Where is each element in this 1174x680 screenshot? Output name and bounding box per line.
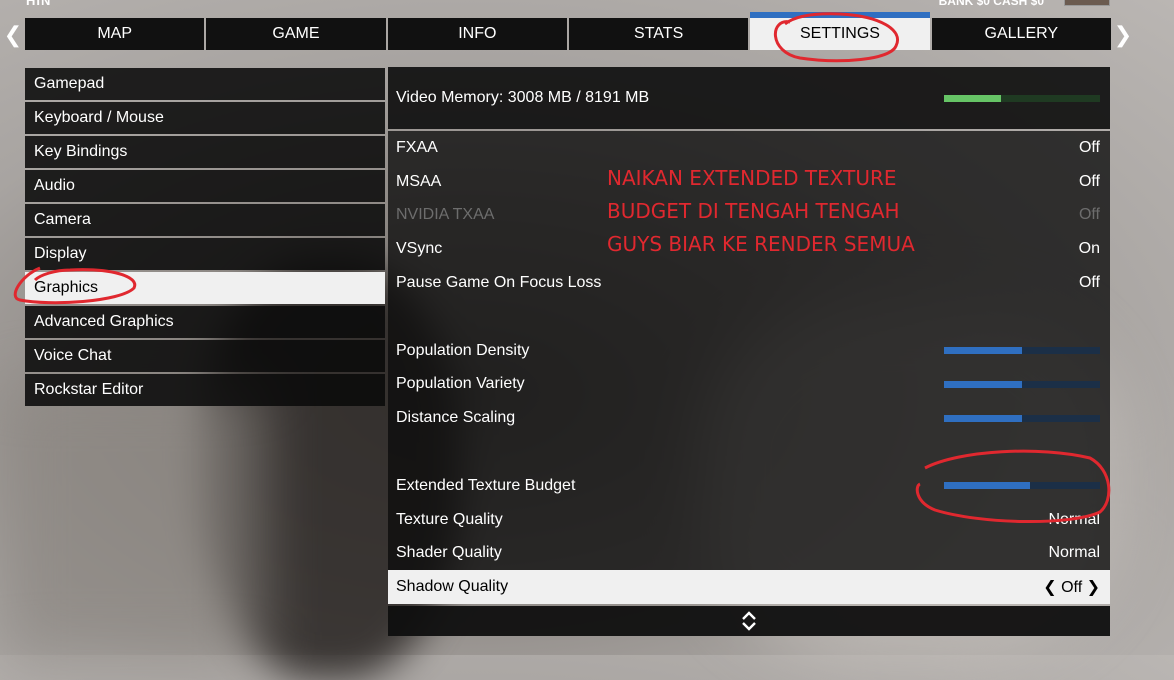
chevron-left-icon[interactable]: ❮ xyxy=(1043,579,1056,596)
video-memory-label: Video Memory: 3008 MB / 8191 MB xyxy=(396,89,650,106)
menu-item-rockstar-editor[interactable]: Rockstar Editor xyxy=(25,374,385,406)
distance-scaling-slider[interactable] xyxy=(944,414,1100,422)
option-value: Off xyxy=(1078,172,1100,190)
tab-map[interactable]: MAP xyxy=(25,18,205,50)
annotation-line: NAIKAN EXTENDED TEXTURE xyxy=(607,166,897,190)
background-blur-left xyxy=(0,380,260,660)
chevron-right-icon[interactable]: ❯ xyxy=(1112,22,1134,48)
slider-fill xyxy=(944,482,1030,490)
option-value-selector[interactable]: ❮ Off ❯ xyxy=(1043,577,1100,597)
option-shader-quality[interactable]: Shader Quality Normal xyxy=(388,537,1110,571)
menu-item-audio[interactable]: Audio xyxy=(25,170,385,202)
population-density-slider[interactable] xyxy=(944,347,1100,355)
option-value: Off xyxy=(1078,138,1100,156)
video-memory-bar xyxy=(944,94,1100,102)
option-value: Off xyxy=(1061,579,1083,597)
option-label: Shader Quality xyxy=(396,544,502,562)
option-label: Population Variety xyxy=(396,375,525,393)
graphics-panel: Video Memory: 3008 MB / 8191 MB FXAA Off… xyxy=(388,67,1110,637)
slider-fill xyxy=(944,380,1022,388)
option-texture-quality[interactable]: Texture Quality Normal xyxy=(388,503,1110,537)
menu-item-graphics[interactable]: Graphics xyxy=(25,272,385,304)
menu-item-voice-chat[interactable]: Voice Chat xyxy=(25,340,385,372)
option-spacer xyxy=(388,300,1110,334)
option-label: Extended Texture Budget xyxy=(396,476,576,494)
header-title: HIN xyxy=(26,0,52,8)
option-pause-focus-loss[interactable]: Pause Game On Focus Loss Off xyxy=(388,266,1110,300)
option-label: Shadow Quality xyxy=(396,578,509,596)
option-label: Pause Game On Focus Loss xyxy=(396,274,602,292)
annotation-line: BUDGET DI TENGAH TENGAH xyxy=(607,199,900,223)
option-population-variety[interactable]: Population Variety xyxy=(388,368,1110,402)
option-value: Off xyxy=(1078,206,1100,224)
chevron-right-icon[interactable]: ❯ xyxy=(1087,579,1100,596)
option-distance-scaling[interactable]: Distance Scaling xyxy=(388,401,1110,435)
option-label: Population Density xyxy=(396,341,530,359)
option-value: Normal xyxy=(1048,510,1100,528)
tab-stats[interactable]: STATS xyxy=(568,18,749,50)
option-population-density[interactable]: Population Density xyxy=(388,334,1110,368)
menu-item-gamepad[interactable]: Gamepad xyxy=(25,68,385,100)
video-memory-row: Video Memory: 3008 MB / 8191 MB xyxy=(388,67,1110,129)
tab-info[interactable]: INFO xyxy=(387,18,567,50)
menu-item-display[interactable]: Display xyxy=(25,238,385,270)
avatar xyxy=(1064,0,1110,6)
menu-item-key-bindings[interactable]: Key Bindings xyxy=(25,136,385,168)
chevron-left-icon[interactable]: ❮ xyxy=(2,22,24,48)
population-variety-slider[interactable] xyxy=(944,380,1100,388)
option-shadow-quality[interactable]: Shadow Quality ❮ Off ❯ xyxy=(388,570,1110,605)
option-fxaa[interactable]: FXAA Off xyxy=(388,131,1110,165)
option-label: Distance Scaling xyxy=(396,409,516,427)
option-label: FXAA xyxy=(396,138,438,156)
menu-item-advanced-graphics[interactable]: Advanced Graphics xyxy=(25,306,385,338)
option-value: Off xyxy=(1078,274,1100,292)
slider-fill xyxy=(944,347,1022,355)
annotation-line: GUYS BIAR KE RENDER SEMUA xyxy=(607,232,915,256)
option-value: Normal xyxy=(1048,544,1100,562)
option-label: Texture Quality xyxy=(396,510,503,528)
scroll-updown-icon xyxy=(742,611,756,631)
tab-bar: MAP GAME INFO STATS SETTINGS GALLERY xyxy=(25,12,1111,50)
slider-fill xyxy=(944,414,1022,422)
tab-settings[interactable]: SETTINGS xyxy=(750,12,930,50)
header-money: BANK $0 CASH $0 xyxy=(938,0,1044,8)
tab-game[interactable]: GAME xyxy=(206,18,386,50)
option-spacer xyxy=(388,435,1110,469)
option-value: On xyxy=(1078,240,1100,258)
option-extended-texture-budget[interactable]: Extended Texture Budget xyxy=(388,469,1110,503)
extended-texture-budget-slider[interactable] xyxy=(944,482,1100,490)
tab-gallery[interactable]: GALLERY xyxy=(931,18,1111,50)
menu-item-keyboard-mouse[interactable]: Keyboard / Mouse xyxy=(25,102,385,134)
menu-item-camera[interactable]: Camera xyxy=(25,204,385,236)
scroll-indicator[interactable] xyxy=(388,606,1110,637)
red-annotation-text: NAIKAN EXTENDED TEXTURE BUDGET DI TENGAH… xyxy=(607,162,967,261)
settings-menu: Gamepad Keyboard / Mouse Key Bindings Au… xyxy=(25,68,385,408)
video-memory-fill xyxy=(944,94,1002,102)
